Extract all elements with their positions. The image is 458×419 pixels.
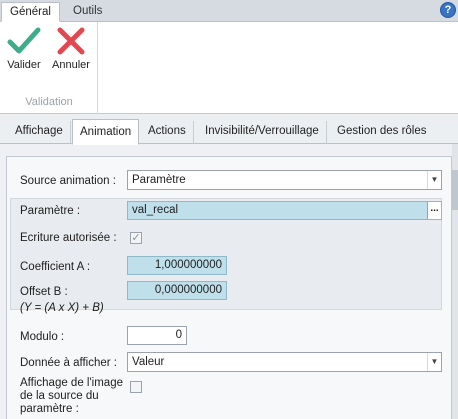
tab-actions[interactable]: Actions	[141, 121, 194, 144]
modulo-input[interactable]: 0	[127, 326, 187, 345]
group-label-validation: Validation	[25, 96, 73, 108]
parametre-value: val_recal	[132, 204, 179, 216]
affichage-image-checkbox[interactable]	[130, 381, 142, 393]
chevron-down-icon[interactable]: ▼	[427, 171, 441, 189]
validate-label: Valider	[7, 59, 41, 71]
source-animation-label: Source animation :	[20, 175, 116, 187]
checkmark-icon: ✓	[131, 232, 141, 244]
tab-animation[interactable]: Animation	[72, 119, 140, 145]
offset-b-label: Offset B :	[20, 286, 68, 298]
tab-affichage[interactable]: Affichage	[8, 121, 71, 144]
ribbon-tabbar: Général Outils ?	[0, 0, 458, 22]
donnee-label: Donnée à afficher :	[20, 357, 117, 369]
affichage-image-label: Affichage de l'image de la source du par…	[20, 377, 123, 416]
cancel-label: Annuler	[52, 59, 90, 71]
ecriture-checkbox[interactable]: ✓	[130, 232, 142, 244]
help-icon[interactable]: ?	[440, 2, 456, 18]
ribbon-group-validation: Valider Annuler Validation	[0, 22, 98, 114]
chevron-down-icon[interactable]: ▼	[427, 353, 441, 371]
cancel-button[interactable]: Annuler	[50, 26, 92, 82]
donnee-value: Valeur	[132, 356, 165, 368]
modulo-label: Modulo :	[20, 331, 65, 343]
parametre-label: Paramètre :	[20, 205, 81, 217]
coef-a-label: Coefficient A :	[20, 261, 91, 273]
tab-invisibilite[interactable]: Invisibilité/Verrouillage	[198, 121, 327, 144]
validate-button[interactable]: Valider	[4, 26, 44, 82]
affichage-image-label-line1: Affichage de l'image	[20, 377, 123, 389]
checkmark-icon	[7, 27, 41, 54]
ecriture-label: Ecriture autorisée :	[20, 232, 117, 244]
coef-a-input[interactable]: 1,000000000	[127, 256, 227, 275]
close-icon	[57, 27, 85, 55]
parametre-input[interactable]: val_recal ...	[127, 201, 442, 220]
affichage-image-label-line2: de la source du	[20, 390, 99, 402]
source-animation-select[interactable]: Paramètre ▼	[127, 170, 442, 190]
ribbon-body: Valider Annuler Validation	[0, 22, 458, 114]
ribbon-tab-outils[interactable]: Outils	[65, 2, 110, 22]
properties-tabbar: Affichage Animation Actions Invisibilité…	[0, 114, 458, 145]
affichage-image-label-line3: paramètre :	[20, 403, 79, 415]
ribbon-tab-general[interactable]: Général	[1, 2, 60, 22]
tab-gestion-roles[interactable]: Gestion des rôles	[330, 121, 434, 144]
donnee-select[interactable]: Valeur ▼	[127, 352, 442, 372]
browse-button[interactable]: ...	[427, 202, 441, 219]
scrollbar-thumb[interactable]	[452, 170, 458, 210]
offset-formula: (Y = (A x X) + B)	[20, 302, 104, 314]
source-animation-value: Paramètre	[132, 174, 186, 186]
offset-b-input[interactable]: 0,000000000	[127, 281, 227, 300]
